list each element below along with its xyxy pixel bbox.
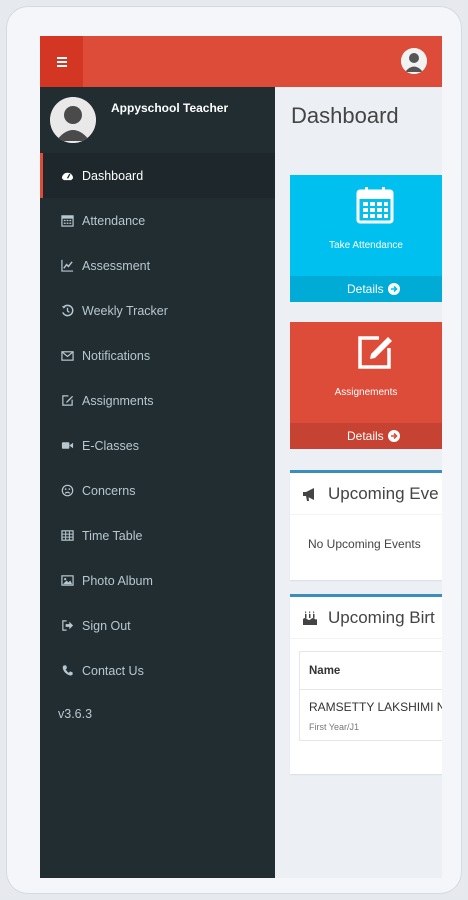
history-icon	[60, 304, 74, 318]
arrow-circle-right-icon	[387, 283, 400, 295]
video-camera-icon	[60, 439, 74, 453]
edit-icon	[355, 332, 395, 377]
table-row: RAMSETTY LAKSHIMI N First Year/J1	[300, 690, 442, 740]
sidebar-item-label: Notifications	[82, 348, 151, 363]
tile-label: Take Attendance	[329, 240, 403, 251]
sidebar-item-label: Assessment	[82, 258, 151, 273]
device-frame: Appyschool Teacher Dashboard Attendance	[6, 6, 462, 894]
sidebar-menu: Dashboard Attendance Assessment Weekly T…	[40, 153, 275, 693]
sidebar-item-sign-out[interactable]: Sign Out	[40, 603, 275, 648]
take-attendance-tile[interactable]: Take Attendance Details	[290, 175, 442, 302]
user-panel: Appyschool Teacher	[40, 87, 275, 153]
phone-icon	[60, 664, 74, 678]
sidebar-item-label: Sign Out	[82, 618, 131, 633]
assignments-tile[interactable]: Assignements Details	[290, 322, 442, 449]
sidebar-item-assessment[interactable]: Assessment	[40, 243, 275, 288]
sidebar-item-dashboard[interactable]: Dashboard	[40, 153, 275, 198]
bullhorn-icon	[302, 486, 318, 502]
sidebar-item-photo-album[interactable]: Photo Album	[40, 558, 275, 603]
sign-out-icon	[60, 619, 74, 633]
main-content: Dashboard Take Attendance Details Assign…	[275, 87, 442, 878]
user-avatar-icon[interactable]	[401, 48, 427, 74]
student-name: RAMSETTY LAKSHIMI N	[309, 700, 442, 714]
birthdays-table: Name RAMSETTY LAKSHIMI N First Year/J1	[299, 651, 442, 741]
details-label: Details	[347, 282, 384, 296]
upcoming-birthdays-box: Upcoming Birt Name RAMSETTY LAKSHIMI N F…	[290, 594, 442, 774]
box-title: Upcoming Eve	[328, 483, 439, 503]
birthday-cake-icon	[302, 610, 318, 626]
details-link[interactable]: Details	[290, 276, 442, 302]
sidebar-item-weekly-tracker[interactable]: Weekly Tracker	[40, 288, 275, 333]
sidebar-item-label: Attendance	[82, 213, 146, 228]
details-label: Details	[347, 429, 384, 443]
tile-label: Assignements	[334, 387, 398, 398]
box-header: Upcoming Birt	[290, 597, 442, 639]
sidebar-item-e-classes[interactable]: E-Classes	[40, 423, 275, 468]
sidebar-item-contact-us[interactable]: Contact Us	[40, 648, 275, 693]
details-link[interactable]: Details	[290, 423, 442, 449]
student-class: First Year/J1	[309, 722, 360, 732]
calendar-icon	[355, 185, 395, 230]
dashboard-icon	[60, 169, 74, 183]
sidebar-item-label: Weekly Tracker	[82, 303, 168, 318]
edit-icon	[60, 394, 74, 408]
sidebar-item-label: E-Classes	[82, 438, 139, 453]
top-navbar	[40, 36, 442, 87]
envelope-icon	[60, 349, 74, 363]
events-empty-text: No Upcoming Events	[308, 537, 421, 551]
profile-avatar	[50, 97, 96, 143]
box-title: Upcoming Birt	[328, 607, 435, 627]
calendar-icon	[60, 214, 74, 228]
table-icon	[60, 529, 74, 543]
upcoming-events-box: Upcoming Eve No Upcoming Events	[290, 470, 442, 580]
sidebar-item-label: Contact Us	[82, 663, 144, 678]
sidebar-item-time-table[interactable]: Time Table	[40, 513, 275, 558]
line-chart-icon	[60, 259, 74, 273]
sidebar-item-label: Time Table	[82, 528, 143, 543]
sidebar: Appyschool Teacher Dashboard Attendance	[40, 87, 275, 878]
sidebar-item-label: Concerns	[82, 483, 136, 498]
picture-icon	[60, 574, 74, 588]
app-screen: Appyschool Teacher Dashboard Attendance	[40, 36, 442, 878]
sidebar-item-label: Dashboard	[82, 168, 144, 183]
page-title: Dashboard	[291, 103, 399, 128]
sidebar-item-attendance[interactable]: Attendance	[40, 198, 275, 243]
column-header-name: Name	[300, 652, 442, 690]
app-version: v3.6.3	[58, 707, 93, 721]
sidebar-item-label: Assignments	[82, 393, 154, 408]
sidebar-item-concerns[interactable]: Concerns	[40, 468, 275, 513]
frown-icon	[60, 484, 74, 498]
sidebar-item-label: Photo Album	[82, 573, 153, 588]
hamburger-icon[interactable]	[40, 36, 83, 87]
box-header: Upcoming Eve	[290, 473, 442, 515]
sidebar-item-assignments[interactable]: Assignments	[40, 378, 275, 423]
arrow-circle-right-icon	[387, 430, 400, 442]
profile-name: Appyschool Teacher	[111, 101, 229, 115]
sidebar-item-notifications[interactable]: Notifications	[40, 333, 275, 378]
